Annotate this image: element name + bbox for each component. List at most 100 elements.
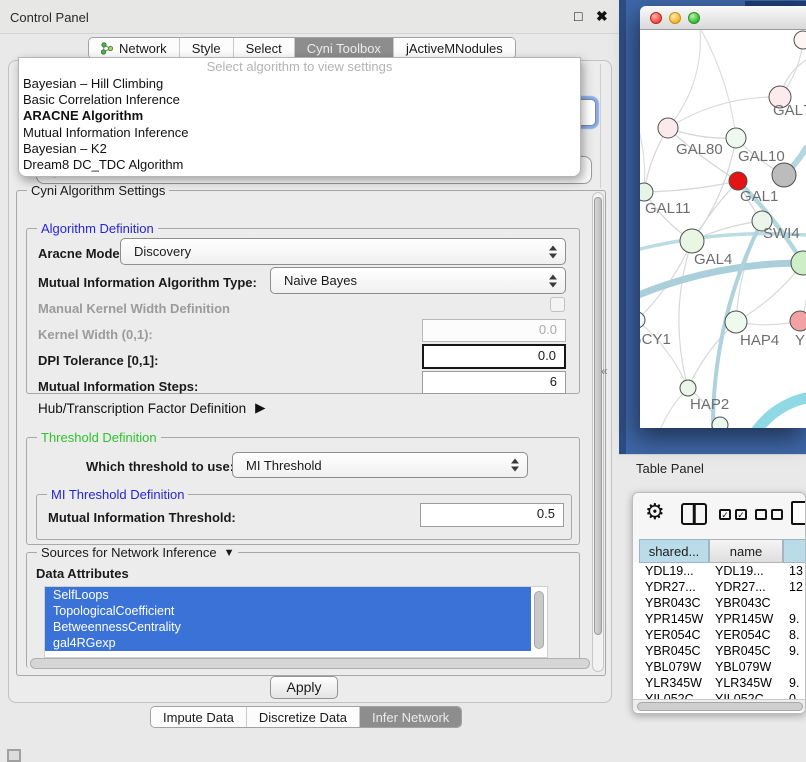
table-row[interactable]: YBR045CYBR045C9. xyxy=(633,643,805,659)
tab-label: jActiveMNodules xyxy=(406,41,503,56)
table-row[interactable]: YBL079WYBL079W xyxy=(633,659,805,675)
table-row[interactable]: YDR27...YDR27...12 xyxy=(633,579,805,595)
algorithm-option-aracne-algorithm[interactable]: ARACNE Algorithm xyxy=(19,108,580,124)
tab-select[interactable]: Select xyxy=(234,38,295,58)
graph-node-gal4[interactable] xyxy=(680,229,704,253)
gear-icon[interactable]: ⚙ xyxy=(645,499,665,525)
scrollbar-thumb[interactable] xyxy=(637,702,803,711)
graph-edge[interactable] xyxy=(688,322,736,388)
graph-edge[interactable] xyxy=(640,120,645,192)
tab-cyni-toolbox[interactable]: Cyni Toolbox xyxy=(295,38,394,58)
graph-node-salmon[interactable] xyxy=(790,311,806,331)
graph-node-bottom-cut[interactable] xyxy=(712,417,728,428)
select-all-checkboxes-icon[interactable]: ✓ ✓ xyxy=(719,509,747,520)
apply-button[interactable]: Apply xyxy=(270,676,338,699)
tab-label: Discretize Data xyxy=(259,710,347,725)
tab-infer-network[interactable]: Infer Network xyxy=(360,707,461,727)
algorithm-option-bayesian-hill-climbing[interactable]: Bayesian – Hill Climbing xyxy=(19,76,580,92)
graph-edge[interactable] xyxy=(736,263,803,322)
cyni-bottom-tabs: Impute Data Discretize Data Infer Network xyxy=(150,706,462,728)
table-cell: YDR27... xyxy=(639,579,709,595)
data-attributes-list[interactable]: SelfLoopsTopologicalCoefficientBetweenne… xyxy=(44,586,548,658)
tab-network[interactable]: Network xyxy=(89,38,180,58)
graph-edge[interactable] xyxy=(668,97,780,128)
table-cell: 13 xyxy=(783,563,806,579)
mi-type-select[interactable]: Naive Bayes xyxy=(270,267,566,294)
table-cell: YBR045C xyxy=(709,643,783,659)
table-cell: YPR145W xyxy=(639,611,709,627)
node-label-swi4: SWI4 xyxy=(763,225,800,242)
graph-node-green-right[interactable] xyxy=(791,251,806,275)
graph-node-gal80[interactable] xyxy=(658,118,678,138)
minimize-traffic-light[interactable] xyxy=(669,12,681,24)
close-icon[interactable]: ✖ xyxy=(596,8,608,25)
algorithm-option-bayesian-k2[interactable]: Bayesian – K2 xyxy=(19,141,580,157)
column-header-name[interactable]: name xyxy=(709,539,783,563)
aracne-mode-select[interactable]: Discovery xyxy=(120,238,566,265)
which-threshold-label: Which threshold to use: xyxy=(86,459,234,474)
scrollbar-thumb[interactable] xyxy=(594,197,602,635)
graph-edge[interactable] xyxy=(640,192,644,320)
column-header-shared-[interactable]: shared... xyxy=(639,539,709,563)
which-threshold-select[interactable]: MI Threshold xyxy=(232,452,528,478)
panel-collapse-grip[interactable]: « xyxy=(601,364,608,378)
table-row[interactable]: YLR345WYLR345W9. xyxy=(633,675,805,691)
dpi-tolerance-field[interactable]: 0.0 xyxy=(422,344,566,369)
graph-node-gal11[interactable] xyxy=(640,183,653,201)
tab-style[interactable]: Style xyxy=(180,38,234,58)
network-graph-canvas[interactable]: GAL7GAL80GAL10GAL1GAL11SWI4GAL4GCY1HAP4Y… xyxy=(640,30,806,428)
graph-edge[interactable] xyxy=(700,30,736,138)
node-label-hap2: HAP2 xyxy=(690,396,729,413)
graph-node-hap2[interactable] xyxy=(680,380,696,396)
graph-node-hap4[interactable] xyxy=(725,311,747,333)
table-row[interactable]: YER054CYER054C8. xyxy=(633,627,805,643)
node-label-gal80: GAL80 xyxy=(676,141,723,158)
table-cell: YLR345W xyxy=(709,675,783,691)
hub-definition-expander[interactable]: Hub/Transcription Factor Definition ▶ xyxy=(38,400,265,416)
table-cell: YLR345W xyxy=(639,675,709,691)
table-row[interactable]: YBR043CYBR043C xyxy=(633,595,805,611)
sources-legend[interactable]: Sources for Network Inference▼ xyxy=(37,545,238,560)
table-row[interactable]: YPR145WYPR145W9. xyxy=(633,611,805,627)
table-cell: 9. xyxy=(783,675,806,691)
settings-vertical-scrollbar[interactable] xyxy=(592,192,604,672)
float-window-icon[interactable]: □ xyxy=(574,8,582,24)
manual-kernel-checkbox[interactable] xyxy=(550,297,565,312)
tab-label: Infer Network xyxy=(372,710,449,725)
deselect-all-checkboxes-icon[interactable] xyxy=(755,509,783,520)
dropdown-placeholder: Select algorithm to view settings xyxy=(19,58,580,76)
network-window-titlebar[interactable] xyxy=(640,6,806,30)
graph-node-top-cut[interactable] xyxy=(794,31,806,49)
graph-node-gal10[interactable] xyxy=(726,128,746,148)
graph-edge[interactable] xyxy=(757,398,806,428)
tab-impute-data[interactable]: Impute Data xyxy=(151,707,247,727)
settings-horizontal-scrollbar[interactable] xyxy=(28,657,594,670)
algorithm-option-mutual-information-inference[interactable]: Mutual Information Inference xyxy=(19,125,580,141)
mi-threshold-field[interactable]: 0.5 xyxy=(420,503,564,527)
kernel-width-field[interactable]: 0.0 xyxy=(422,319,566,342)
tab-discretize-data[interactable]: Discretize Data xyxy=(247,707,360,727)
desktop-shadow xyxy=(619,0,626,455)
graph-node-gray1[interactable] xyxy=(772,163,796,187)
table-cell: YDR27... xyxy=(709,579,783,595)
table-panel-title: Table Panel xyxy=(636,461,704,476)
list-scrollbar-thumb[interactable] xyxy=(534,591,544,649)
table-horizontal-scrollbar[interactable] xyxy=(633,699,805,711)
mi-steps-field[interactable]: 6 xyxy=(422,371,566,394)
attribute-item-gal4rgexp[interactable]: gal4RGexp xyxy=(45,635,531,651)
attribute-item-betweennesscentrality[interactable]: BetweennessCentrality xyxy=(45,619,531,635)
column-header-2[interactable] xyxy=(783,539,806,563)
document-icon[interactable] xyxy=(791,501,806,525)
table-row[interactable]: YDL19...YDL19...13 xyxy=(633,563,805,579)
close-traffic-light[interactable] xyxy=(650,12,662,24)
zoom-traffic-light[interactable] xyxy=(688,12,700,24)
tab-jactivemnodules[interactable]: jActiveMNodules xyxy=(394,38,515,58)
attribute-item-topologicalcoefficient[interactable]: TopologicalCoefficient xyxy=(45,603,531,619)
scrollbar-thumb[interactable] xyxy=(30,658,590,669)
combo-arrows-icon xyxy=(549,274,557,287)
minimized-panel-icon[interactable] xyxy=(7,749,21,762)
attribute-item-selfloops[interactable]: SelfLoops xyxy=(45,587,531,603)
algorithm-option-dream8-dc-tdc-algorithm[interactable]: Dream8 DC_TDC Algorithm xyxy=(19,157,580,173)
algorithm-option-basic-correlation-inference[interactable]: Basic Correlation Inference xyxy=(19,92,580,108)
columns-icon[interactable] xyxy=(681,503,707,525)
